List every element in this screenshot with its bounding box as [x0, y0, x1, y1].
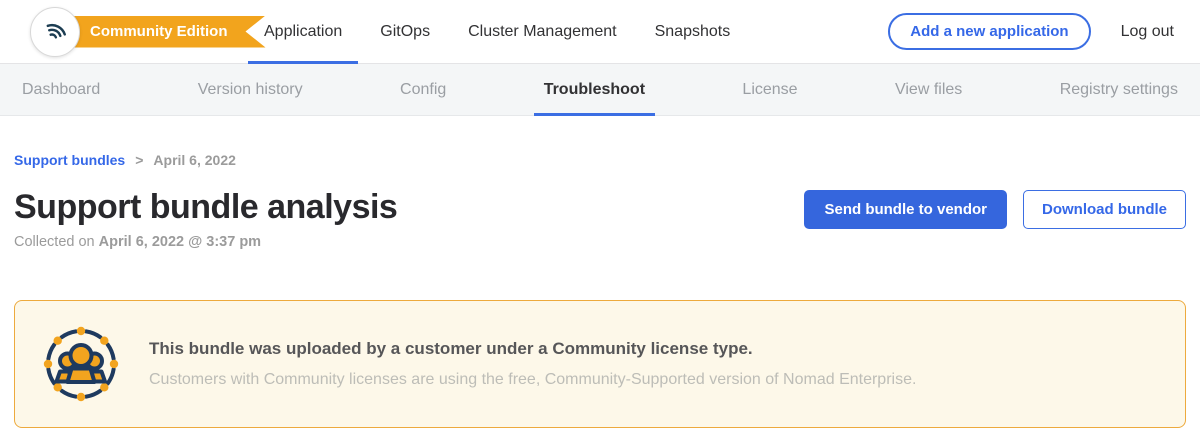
replicated-logo-icon	[41, 15, 69, 48]
nav-tab-snapshots[interactable]: Snapshots	[655, 0, 731, 63]
top-header: Community Edition Application GitOps Clu…	[0, 0, 1200, 64]
community-people-icon	[43, 326, 119, 402]
subnav-item-troubleshoot[interactable]: Troubleshoot	[544, 64, 645, 116]
breadcrumb-support-bundles-link[interactable]: Support bundles	[14, 152, 125, 168]
add-new-application-button[interactable]: Add a new application	[888, 13, 1090, 50]
download-bundle-button[interactable]: Download bundle	[1023, 190, 1186, 229]
logo-group: Community Edition	[0, 7, 264, 57]
subnav-item-dashboard[interactable]: Dashboard	[22, 64, 100, 116]
nav-tab-gitops[interactable]: GitOps	[380, 0, 430, 63]
collected-date: April 6, 2022 @ 3:37 pm	[99, 234, 261, 250]
banner-subtitle: Customers with Community licenses are us…	[149, 371, 916, 389]
subnav-item-view-files[interactable]: View files	[895, 64, 962, 116]
breadcrumb: Support bundles > April 6, 2022	[14, 152, 1186, 168]
app-logo[interactable]	[30, 7, 80, 57]
page-title: Support bundle analysis	[14, 188, 397, 227]
bundle-action-buttons: Send bundle to vendor Download bundle	[804, 188, 1186, 229]
title-row: Support bundle analysis Collected on Apr…	[14, 188, 1186, 250]
subnav-item-registry-settings[interactable]: Registry settings	[1060, 64, 1178, 116]
collected-timestamp: Collected on April 6, 2022 @ 3:37 pm	[14, 234, 397, 250]
header-right-group: Add a new application Log out	[888, 13, 1200, 50]
title-block: Support bundle analysis Collected on Apr…	[14, 188, 397, 250]
subnav-item-version-history[interactable]: Version history	[198, 64, 303, 116]
breadcrumb-current-date: April 6, 2022	[153, 152, 236, 168]
subnav-item-license[interactable]: License	[742, 64, 797, 116]
collected-prefix: Collected on	[14, 234, 99, 250]
community-license-banner: This bundle was uploaded by a customer u…	[14, 300, 1186, 428]
nav-tab-application[interactable]: Application	[264, 0, 342, 63]
subnav-item-config[interactable]: Config	[400, 64, 446, 116]
main-content: Support bundles > April 6, 2022 Support …	[0, 116, 1200, 428]
breadcrumb-separator: >	[135, 152, 143, 168]
send-bundle-to-vendor-button[interactable]: Send bundle to vendor	[804, 190, 1007, 229]
app-subnav: Dashboard Version history Config Trouble…	[0, 64, 1200, 116]
primary-nav: Application GitOps Cluster Management Sn…	[264, 0, 730, 63]
banner-text-block: This bundle was uploaded by a customer u…	[149, 339, 916, 389]
community-edition-badge: Community Edition	[56, 16, 266, 48]
nav-tab-cluster-management[interactable]: Cluster Management	[468, 0, 617, 63]
logout-link[interactable]: Log out	[1121, 23, 1174, 41]
banner-title: This bundle was uploaded by a customer u…	[149, 339, 916, 359]
